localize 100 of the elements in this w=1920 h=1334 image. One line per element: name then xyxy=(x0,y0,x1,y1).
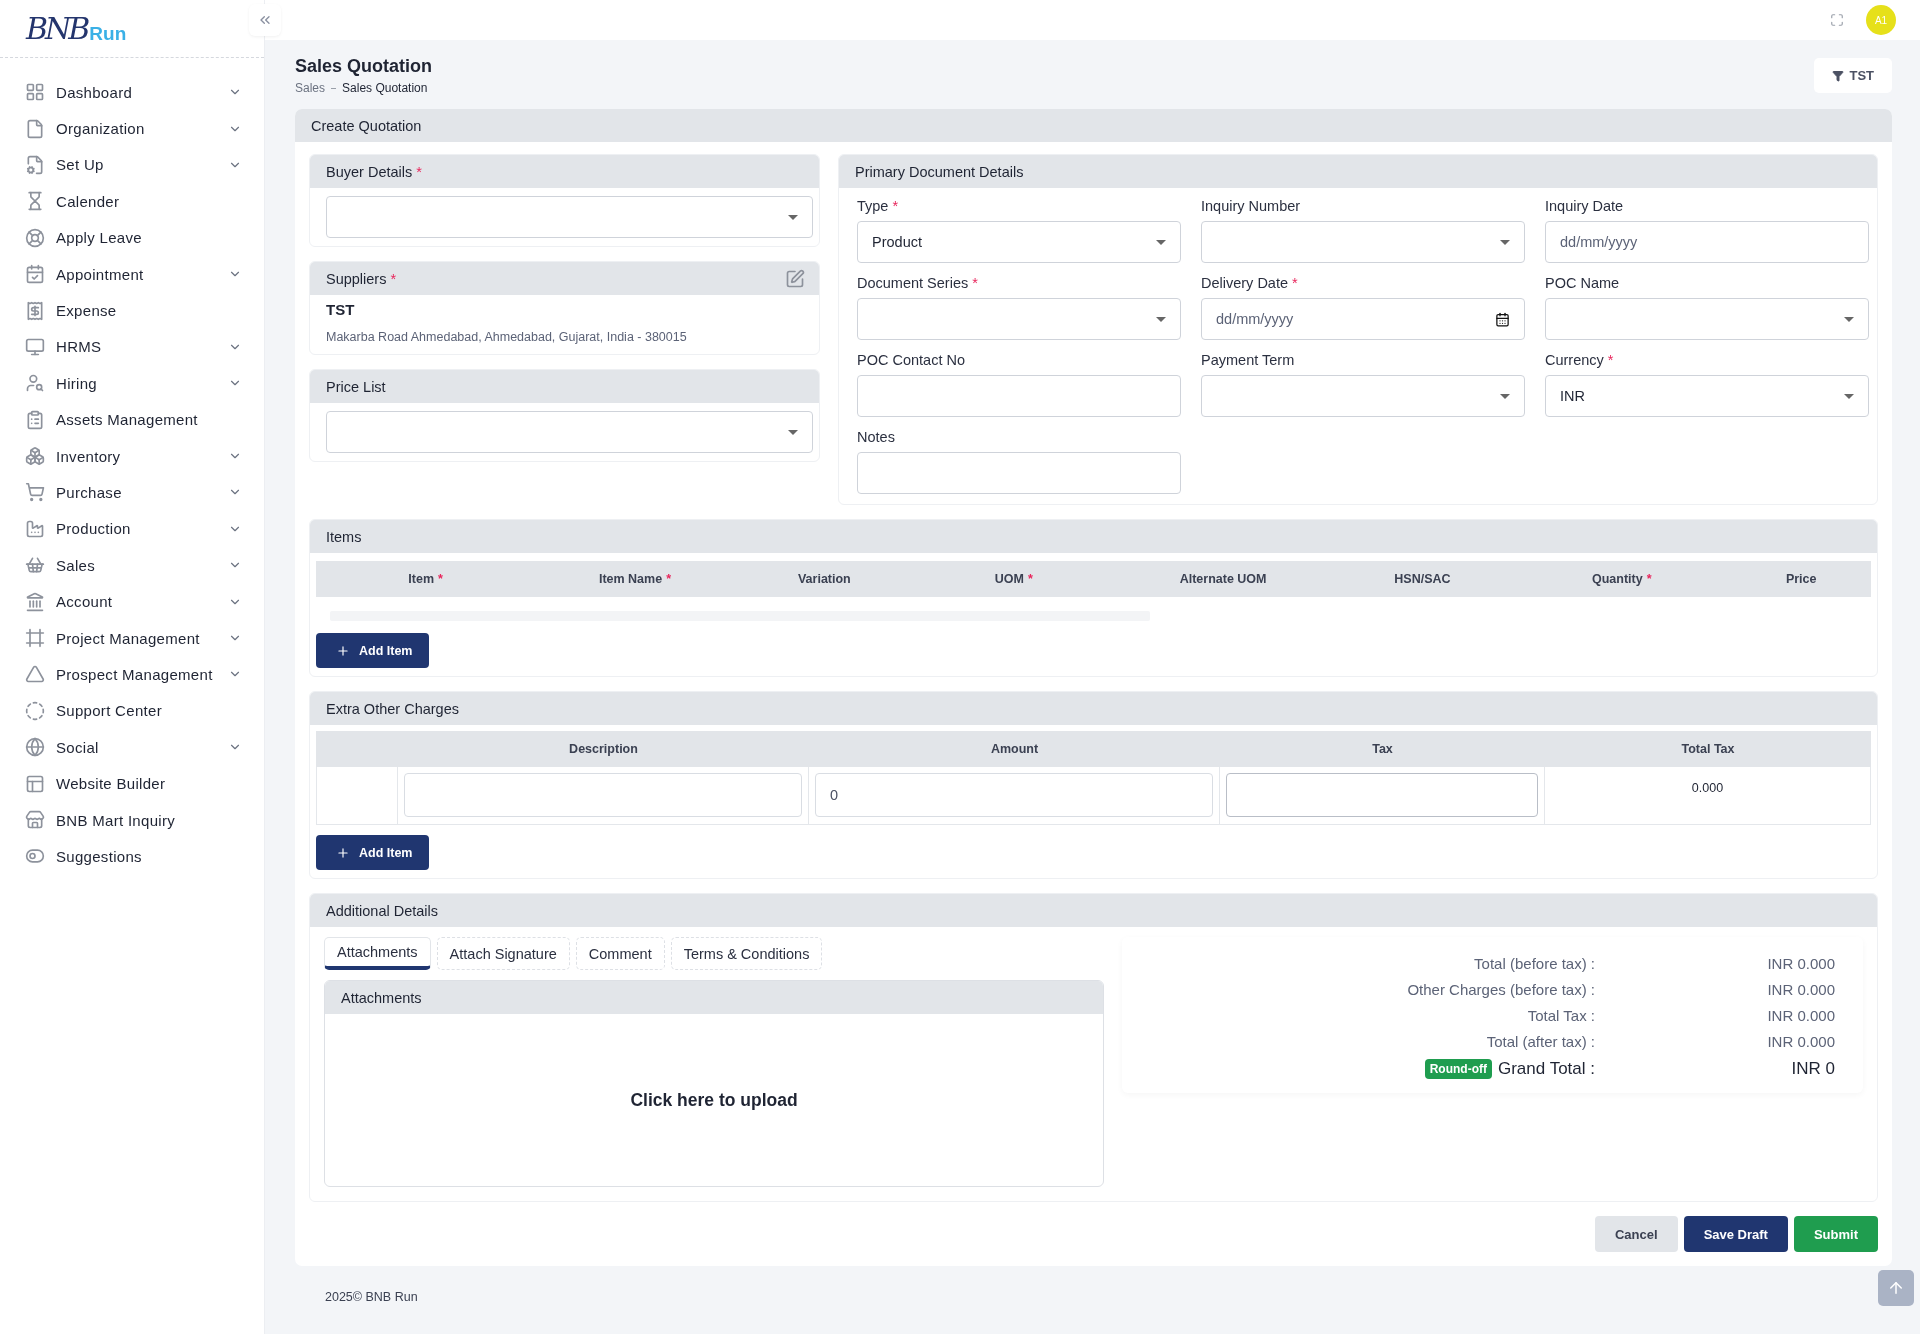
add-item-button[interactable]: Add Item xyxy=(316,633,430,668)
sidebar-item[interactable]: Account xyxy=(0,583,264,620)
sidebar-item[interactable]: Hiring xyxy=(0,365,264,402)
breadcrumb-item[interactable]: Sales xyxy=(295,81,326,95)
boxes-icon xyxy=(25,446,45,467)
summary-value: INR 0.000 xyxy=(1766,1033,1835,1050)
round-off-badge[interactable]: Round-off xyxy=(1424,1059,1492,1079)
summary-value: INR 0.000 xyxy=(1766,981,1835,998)
field-placeholder: dd/mm/yyyy xyxy=(1216,311,1294,327)
required-mark: * xyxy=(972,275,978,291)
hourglass-icon xyxy=(25,191,45,212)
field-label: POC Contact No xyxy=(857,352,966,368)
sidebar-item[interactable]: Calender xyxy=(0,183,264,220)
sidebar-item[interactable]: Dashboard xyxy=(0,74,264,111)
description-field[interactable] xyxy=(404,773,802,817)
column-header: Item Name * xyxy=(535,561,735,597)
column-header: Total Tax xyxy=(1545,731,1871,767)
sidebar-item[interactable]: Apply Leave xyxy=(0,219,264,256)
select-field[interactable] xyxy=(1545,298,1869,340)
column-header: Tax xyxy=(1220,731,1545,767)
date-field[interactable]: dd/mm/yyyy xyxy=(1201,298,1525,340)
sidebar-item[interactable]: Prospect Management xyxy=(0,656,264,693)
column-header: Alternate UOM xyxy=(1113,561,1333,597)
input-field[interactable] xyxy=(857,375,1181,417)
select-field[interactable] xyxy=(1201,221,1525,263)
select-field[interactable]: INR xyxy=(1545,375,1869,417)
sidebar-item[interactable]: Organization xyxy=(0,110,264,147)
sidebar-item[interactable]: Social xyxy=(0,729,264,766)
required-mark: * xyxy=(1292,275,1298,291)
field-label: Inquiry Date xyxy=(1545,198,1625,214)
select-field[interactable] xyxy=(857,298,1181,340)
required-mark: * xyxy=(1607,352,1614,368)
select-field[interactable]: Product xyxy=(857,221,1181,263)
sidebar-item[interactable]: Purchase xyxy=(0,474,264,511)
field-label: Delivery Date * xyxy=(1201,275,1299,291)
panel-title: Buyer Details * xyxy=(326,163,422,180)
bank-icon xyxy=(25,591,45,612)
sidebar-item[interactable]: Website Builder xyxy=(0,765,264,802)
field-value: INR xyxy=(1560,388,1585,404)
sidebar-item[interactable]: Support Center xyxy=(0,692,264,730)
sidebar-item[interactable]: Inventory xyxy=(0,437,264,475)
field-label: Payment Term xyxy=(1201,352,1296,368)
save-draft-button[interactable]: Save Draft xyxy=(1683,1216,1788,1252)
panel-title: Attachments xyxy=(341,989,422,1006)
plus-icon xyxy=(336,845,350,860)
summary-value: INR 0.000 xyxy=(1766,955,1835,972)
field-label: Type * xyxy=(857,198,900,214)
edit-icon[interactable] xyxy=(785,268,805,289)
sidebar-item[interactable]: Set Up xyxy=(0,146,264,184)
input-field[interactable] xyxy=(857,452,1181,494)
filter-button[interactable]: TST xyxy=(1814,58,1892,93)
sidebar-item[interactable]: Production xyxy=(0,510,264,548)
select-field[interactable] xyxy=(326,196,813,238)
panel-title: Suppliers * xyxy=(326,270,397,287)
tab[interactable]: Attach Signature xyxy=(436,937,570,970)
ring-icon xyxy=(25,700,45,721)
frame-icon xyxy=(25,628,45,649)
sidebar-item[interactable]: HRMS xyxy=(0,328,264,366)
required-mark: * xyxy=(666,572,671,586)
caret-icon xyxy=(1500,393,1510,399)
sidebar-item[interactable]: Appointment xyxy=(0,255,264,293)
tab[interactable]: Comment xyxy=(575,937,665,970)
select-field[interactable] xyxy=(326,411,813,453)
person-search-icon xyxy=(25,373,45,394)
panel-title: Price List xyxy=(326,378,386,395)
caret-icon xyxy=(1156,316,1166,322)
caret-icon xyxy=(1156,239,1166,245)
field-value: Product xyxy=(872,234,922,250)
sidebar-item[interactable]: Project Management xyxy=(0,619,264,657)
page-title: Sales Quotation xyxy=(295,56,433,77)
submit-button[interactable]: Submit xyxy=(1793,1216,1878,1252)
field-label: Inquiry Number xyxy=(1201,198,1302,214)
column-header: Description xyxy=(398,731,809,767)
filter-icon xyxy=(1832,69,1845,82)
card-title: Create Quotation xyxy=(311,117,422,134)
tab[interactable]: Terms & Conditions xyxy=(670,937,823,970)
amount-field[interactable]: 0 xyxy=(815,773,1213,817)
sidebar-item[interactable]: Suggestions xyxy=(0,838,264,875)
sidebar-item[interactable]: BNB Mart Inquiry xyxy=(0,801,264,839)
table-cell-text: 0.000 xyxy=(1691,781,1724,797)
add-item-button[interactable]: Add Item xyxy=(316,835,430,870)
triangle-icon xyxy=(25,664,45,685)
sidebar-item[interactable]: Sales xyxy=(0,547,264,584)
sidebar-item[interactable]: Expense xyxy=(0,292,264,329)
fullscreen-icon[interactable] xyxy=(1830,13,1844,27)
panel-title: Items xyxy=(326,528,362,545)
upload-link[interactable]: Click here to upload xyxy=(630,1089,798,1111)
input-field[interactable]: dd/mm/yyyy xyxy=(1545,221,1869,263)
scroll-top-button[interactable] xyxy=(1878,1270,1914,1306)
required-mark: * xyxy=(438,572,443,586)
column-header: Amount xyxy=(809,731,1220,767)
cancel-button[interactable]: Cancel xyxy=(1595,1216,1678,1252)
tab[interactable]: Attachments xyxy=(324,937,431,970)
sidebar-item[interactable]: Assets Management xyxy=(0,401,264,438)
grid-icon xyxy=(25,82,45,103)
select-field[interactable] xyxy=(1201,375,1525,417)
tax-field[interactable] xyxy=(1226,773,1538,817)
collapse-sidebar-button[interactable] xyxy=(249,4,281,36)
summary-label: Total (before tax) : xyxy=(1474,955,1595,972)
column-header: Item * xyxy=(316,561,536,597)
